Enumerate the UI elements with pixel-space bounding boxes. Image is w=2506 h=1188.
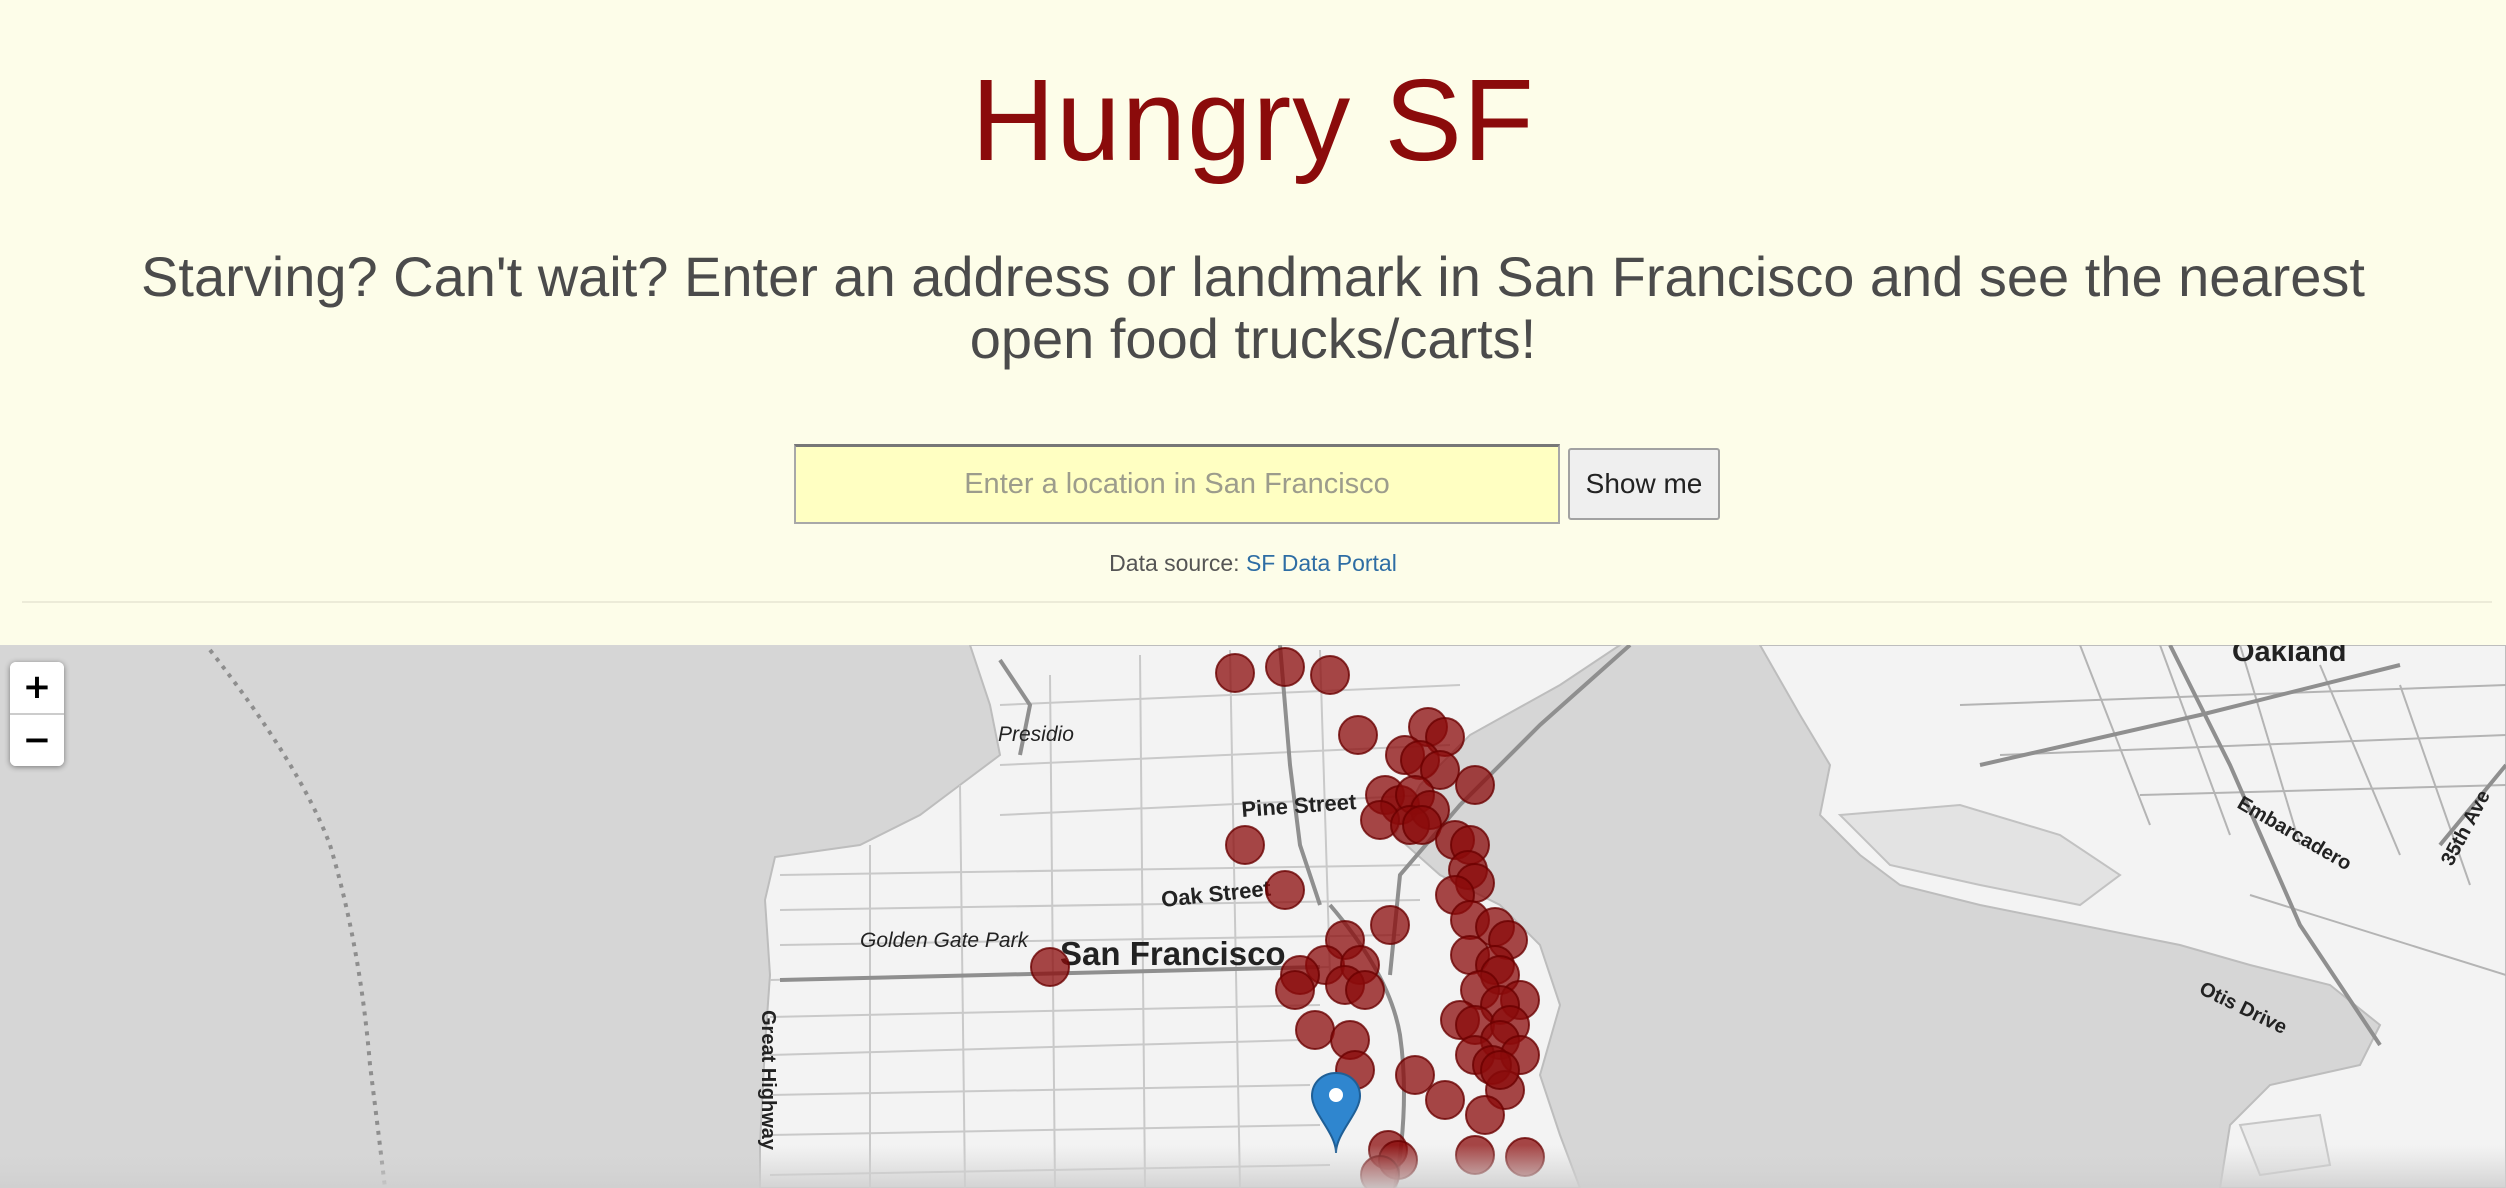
data-source-label: Data source: xyxy=(1109,550,1240,576)
page-title: Hungry SF xyxy=(971,55,1535,185)
zoom-out-button[interactable]: − xyxy=(10,715,64,766)
food-truck-marker[interactable] xyxy=(1265,647,1305,687)
label-san-francisco: San Francisco xyxy=(1060,935,1286,972)
page-subtitle: Starving? Can't wait? Enter an address o… xyxy=(141,245,2365,370)
food-truck-marker[interactable] xyxy=(1395,1055,1435,1095)
food-truck-marker[interactable] xyxy=(1295,1010,1335,1050)
food-truck-marker[interactable] xyxy=(1425,1080,1465,1120)
food-truck-marker[interactable] xyxy=(1225,825,1265,865)
food-truck-marker[interactable] xyxy=(1275,970,1315,1010)
zoom-in-button[interactable]: + xyxy=(10,662,64,715)
east-bay-land xyxy=(1758,645,2506,1188)
food-truck-marker[interactable] xyxy=(1480,1050,1520,1090)
show-me-button[interactable]: Show me xyxy=(1568,448,1720,520)
page-header: Hungry SF Starving? Can't wait? Enter an… xyxy=(0,0,2506,645)
food-truck-marker[interactable] xyxy=(1465,1095,1505,1135)
location-search-input[interactable] xyxy=(794,444,1560,524)
sf-data-portal-link[interactable]: SF Data Portal xyxy=(1246,550,1397,576)
label-great-highway: Great Highway xyxy=(757,1010,779,1151)
food-truck-marker[interactable] xyxy=(1345,970,1385,1010)
zoom-control: + − xyxy=(10,662,64,766)
map-canvas: Presidio Pine Street Oak Street Golden G… xyxy=(0,645,2506,1188)
food-truck-marker[interactable] xyxy=(1310,655,1350,695)
label-otis-drive: Otis Drive xyxy=(2196,978,2291,1039)
food-truck-marker[interactable] xyxy=(1265,870,1305,910)
food-truck-marker[interactable] xyxy=(1455,765,1495,805)
food-truck-marker[interactable] xyxy=(1370,905,1410,945)
header-divider xyxy=(22,601,2492,603)
label-golden-gate-park: Golden Gate Park xyxy=(860,929,1030,952)
map-view[interactable]: Presidio Pine Street Oak Street Golden G… xyxy=(0,645,2506,1188)
label-oakland: Oakland xyxy=(2232,645,2346,668)
data-source-line: Data source: SF Data Portal xyxy=(0,550,2506,577)
food-truck-marker[interactable] xyxy=(1215,653,1255,693)
food-truck-marker[interactable] xyxy=(1338,715,1378,755)
food-truck-marker[interactable] xyxy=(1030,947,1070,987)
label-presidio: Presidio xyxy=(998,723,1074,746)
